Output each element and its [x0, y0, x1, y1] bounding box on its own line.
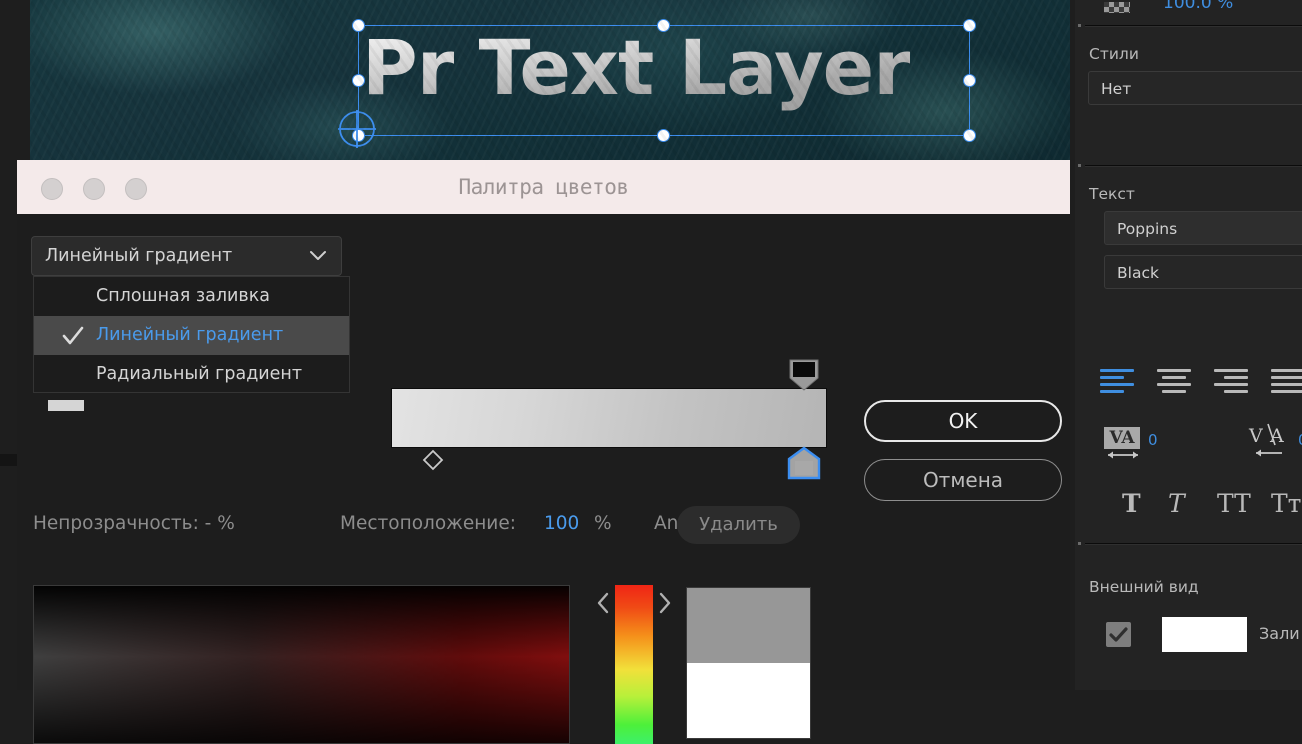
gradient-type-select[interactable]: Линейный градиент — [31, 236, 342, 276]
styles-section: Стили Нет — [1075, 27, 1302, 105]
chevron-down-icon — [310, 251, 326, 260]
align-center-button[interactable] — [1157, 368, 1195, 396]
gradient-color-stop[interactable] — [786, 446, 822, 480]
location-label: Местоположение: — [340, 513, 516, 534]
check-icon — [62, 326, 84, 345]
divider-styles — [1085, 25, 1302, 26]
dialog-title: Палитра цветов — [458, 175, 629, 199]
opacity-row[interactable]: 100.0 % — [1075, 0, 1302, 20]
text-section-title: Текст — [1089, 185, 1135, 203]
fill-label: Зали — [1259, 624, 1300, 643]
check-icon — [1109, 627, 1128, 642]
dialog-titlebar[interactable]: Палитра цветов — [17, 160, 1070, 214]
tracking-arrow-icon — [1108, 451, 1138, 459]
hue-slider[interactable] — [615, 585, 653, 744]
tracking-kerning-group: VA 0 V A 0 — [1100, 423, 1302, 467]
dialog-body: Линейный градиент Сплошная заливка Линей… — [0, 214, 1070, 744]
checkerboard-icon — [1104, 2, 1130, 13]
tracking-control[interactable]: VA 0 — [1100, 425, 1190, 465]
cancel-button[interactable]: Отмена — [864, 459, 1062, 501]
align-left-button[interactable] — [1100, 368, 1138, 396]
essential-graphics-panel: 100.0 % Стили Нет Текст Poppins Black Вн… — [1075, 0, 1302, 690]
handle-middle-right[interactable] — [963, 74, 976, 87]
dropdown-item-radial-gradient[interactable]: Радиальный градиент — [34, 355, 349, 394]
styles-section-title: Стили — [1089, 45, 1139, 63]
selection-bounding-box — [358, 25, 970, 136]
panel-dot-3 — [1078, 542, 1081, 545]
gradient-type-value: Линейный градиент — [45, 246, 233, 266]
handle-bottom-left[interactable] — [351, 129, 365, 142]
program-monitor-canvas[interactable]: Pr Text Layer — [30, 0, 1070, 160]
dropdown-item-solid-fill[interactable]: Сплошная заливка — [34, 277, 349, 316]
delete-stop-button[interactable]: Удалить — [677, 506, 800, 544]
kerning-value[interactable]: 0 — [1298, 431, 1302, 449]
dropdown-item-linear-gradient-label: Линейный градиент — [96, 325, 284, 345]
text-alignment-group — [1100, 368, 1302, 398]
gradient-stop-info-row: Непрозрачность: - % Местоположение: 100 … — [17, 504, 1070, 544]
align-justify-button[interactable] — [1271, 368, 1302, 396]
dialog-edge-strip — [0, 454, 17, 466]
appearance-section: Внешний вид Зали — [1075, 560, 1302, 652]
font-style-select[interactable]: Black — [1104, 255, 1302, 289]
all-caps-button[interactable]: TT — [1217, 488, 1251, 520]
location-value[interactable]: 100 — [544, 504, 579, 544]
handle-bottom-center[interactable] — [657, 129, 670, 142]
tracking-value[interactable]: 0 — [1148, 431, 1158, 449]
svg-text:V: V — [1248, 425, 1263, 447]
color-compare-swatch[interactable] — [686, 587, 811, 739]
location-unit: % — [594, 513, 612, 534]
gradient-midpoint-handle[interactable] — [421, 448, 445, 472]
gradient-type-dropdown-menu[interactable]: Сплошная заливка Линейный градиент Радиа… — [33, 276, 350, 393]
opacity-value[interactable]: 100.0 % — [1163, 0, 1233, 13]
fill-color-swatch[interactable] — [1162, 617, 1247, 652]
saturation-value-field[interactable] — [33, 585, 570, 744]
anchor-point-icon[interactable] — [336, 108, 378, 150]
italic-button[interactable]: T — [1168, 488, 1185, 520]
new-color-swatch[interactable] — [687, 588, 810, 663]
kerning-control[interactable]: V A 0 — [1248, 423, 1302, 465]
fill-checkbox[interactable] — [1106, 622, 1131, 647]
canvas-left-gutter — [0, 0, 30, 160]
handle-middle-left[interactable] — [351, 74, 365, 87]
gradient-preview-bar[interactable] — [391, 388, 827, 448]
gradient-preset-swatch[interactable] — [48, 400, 84, 411]
text-layer-content: Pr Text Layer — [362, 13, 911, 123]
gradient-opacity-stop[interactable] — [787, 358, 821, 392]
text-layer-selection-group[interactable]: Pr Text Layer — [338, 18, 976, 148]
handle-top-right[interactable] — [963, 18, 976, 32]
align-right-button[interactable] — [1214, 368, 1252, 396]
divider-text — [1085, 165, 1302, 166]
ok-button[interactable]: OK — [864, 400, 1062, 442]
handle-top-center[interactable] — [657, 18, 670, 32]
dropdown-item-linear-gradient[interactable]: Линейный градиент — [34, 316, 349, 355]
styles-select[interactable]: Нет — [1088, 71, 1302, 105]
text-section: Текст Poppins Black — [1075, 167, 1302, 289]
color-picker-dialog: Палитра цветов Линейный градиент Сплошна… — [0, 160, 1070, 744]
chevron-right-icon[interactable] — [657, 592, 673, 614]
bold-button[interactable]: T — [1122, 488, 1141, 520]
handle-top-left[interactable] — [351, 18, 365, 32]
font-family-select[interactable]: Poppins — [1104, 211, 1302, 245]
angle-label-truncated: An — [654, 513, 679, 534]
chevron-left-icon[interactable] — [595, 592, 611, 614]
kerning-icon: V A — [1248, 423, 1284, 457]
current-color-swatch[interactable] — [687, 663, 810, 738]
opacity-label: Непрозрачность: - % — [33, 513, 235, 534]
type-style-group: T T TT Tт — [1100, 488, 1302, 524]
small-caps-button[interactable]: Tт — [1271, 488, 1302, 520]
appearance-section-title: Внешний вид — [1089, 578, 1199, 596]
app-root: Pr Text Layer 100.0 % Стили Нет Текст Po… — [0, 0, 1302, 744]
divider-appearance — [1085, 543, 1302, 544]
tracking-icon: VA — [1104, 427, 1140, 449]
handle-bottom-right[interactable] — [963, 129, 976, 142]
